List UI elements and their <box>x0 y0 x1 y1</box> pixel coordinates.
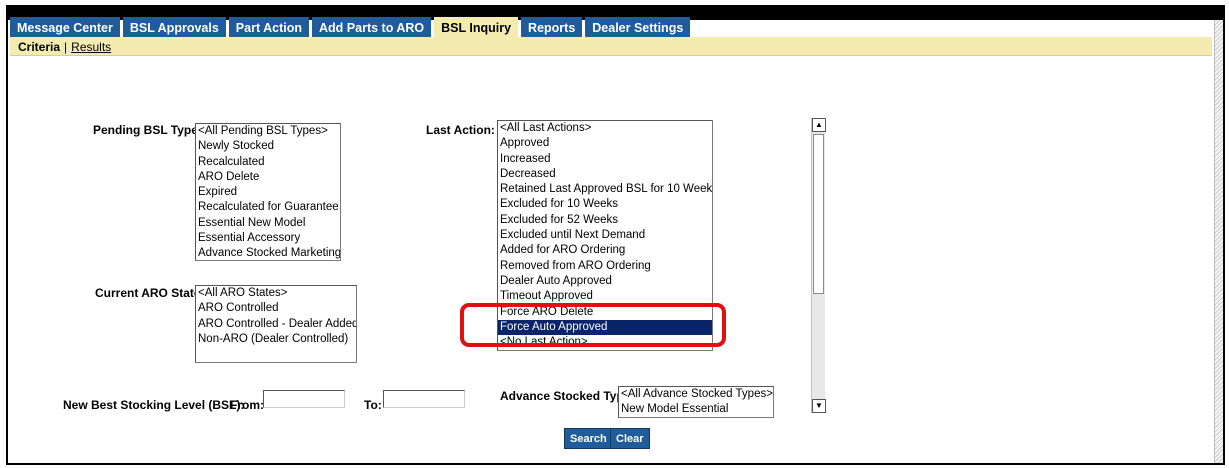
sub-navigation-bar: Criteria | Results <box>10 37 1212 56</box>
search-button[interactable]: Search <box>564 428 613 449</box>
list-option[interactable]: <All ARO States> <box>196 286 356 301</box>
list-option[interactable]: Newly Stocked <box>196 139 340 154</box>
list-option[interactable]: Recalculated <box>196 155 340 170</box>
advance-stocked-type-listbox[interactable]: <All Advance Stocked Types> New Model Es… <box>618 386 774 418</box>
tab-bsl-approvals[interactable]: BSL Approvals <box>122 17 226 37</box>
tab-add-parts-to-aro[interactable]: Add Parts to ARO <box>312 17 432 37</box>
list-option[interactable]: Non-ARO (Dealer Controlled) <box>196 332 356 347</box>
list-option[interactable]: ARO Controlled <box>196 301 356 316</box>
list-option[interactable]: Essential New Model <box>196 216 340 231</box>
to-label: To: <box>364 398 382 412</box>
bsl-from-input[interactable] <box>263 390 345 408</box>
list-option[interactable]: Approved <box>498 136 712 151</box>
list-option[interactable]: <All Pending BSL Types> <box>196 124 340 139</box>
scroll-down-arrow-icon[interactable]: ▼ <box>812 399 826 413</box>
annotation-highlight-box <box>460 303 726 347</box>
tab-reports[interactable]: Reports <box>521 17 583 37</box>
subnav-results-link[interactable]: Results <box>71 40 111 54</box>
list-option[interactable]: Removed from ARO Ordering <box>498 259 712 274</box>
list-option[interactable]: Excluded for 10 Weeks <box>498 197 712 212</box>
subnav: Criteria | Results <box>18 40 111 54</box>
tab-message-center[interactable]: Message Center <box>10 17 120 37</box>
scroll-up-arrow-icon[interactable]: ▲ <box>812 118 826 132</box>
subnav-criteria[interactable]: Criteria <box>18 40 60 54</box>
list-option[interactable]: Expired <box>196 185 340 200</box>
list-option[interactable]: <All Last Actions> <box>498 121 712 136</box>
list-option[interactable]: Retained Last Approved BSL for 10 Weeks <box>498 182 712 197</box>
list-option[interactable]: Recalculated for Guarantee <box>196 200 340 215</box>
list-option[interactable]: Excluded until Next Demand <box>498 228 712 243</box>
new-bsl-label: New Best Stocking Level (BSL): <box>63 398 245 412</box>
list-option[interactable]: New Model Essential <box>619 402 773 417</box>
list-option[interactable]: Increased <box>498 152 712 167</box>
scroll-thumb[interactable] <box>813 134 824 294</box>
clear-button[interactable]: Clear <box>610 428 650 449</box>
list-option[interactable]: Decreased <box>498 167 712 182</box>
advance-stocked-type-label: Advance Stocked Type: <box>500 389 635 403</box>
pending-bsl-type-listbox[interactable]: <All Pending BSL Types> Newly Stocked Re… <box>195 123 341 261</box>
bsl-to-input[interactable] <box>383 390 465 408</box>
main-tab-bar: Message Center BSL Approvals Part Action… <box>10 17 691 37</box>
subnav-separator: | <box>64 40 68 54</box>
pending-bsl-type-label: Pending BSL Type: <box>93 123 202 137</box>
tab-dealer-settings[interactable]: Dealer Settings <box>585 17 691 37</box>
form-vertical-scrollbar[interactable]: ▲ ▼ <box>811 118 826 413</box>
tab-bsl-inquiry[interactable]: BSL Inquiry <box>434 17 519 37</box>
tab-part-action[interactable]: Part Action <box>228 17 310 37</box>
list-option[interactable]: <All Advance Stocked Types> <box>619 387 773 402</box>
list-option[interactable]: Excluded for 52 Weeks <box>498 213 712 228</box>
list-option[interactable]: Added for ARO Ordering <box>498 243 712 258</box>
list-option[interactable]: Advance Stocked Marketing <box>196 246 340 260</box>
current-aro-state-listbox[interactable]: <All ARO States> ARO Controlled ARO Cont… <box>195 285 357 363</box>
current-aro-state-label: Current ARO State: <box>95 286 205 300</box>
list-option[interactable]: Essential Accessory <box>196 231 340 246</box>
list-option[interactable]: ARO Delete <box>196 170 340 185</box>
page-scrollbar[interactable] <box>1214 20 1223 463</box>
from-label: From: <box>230 398 264 412</box>
last-action-label: Last Action: <box>426 123 495 137</box>
list-option[interactable]: Dealer Auto Approved <box>498 274 712 289</box>
list-option[interactable]: ARO Controlled - Dealer Added <box>196 317 356 332</box>
